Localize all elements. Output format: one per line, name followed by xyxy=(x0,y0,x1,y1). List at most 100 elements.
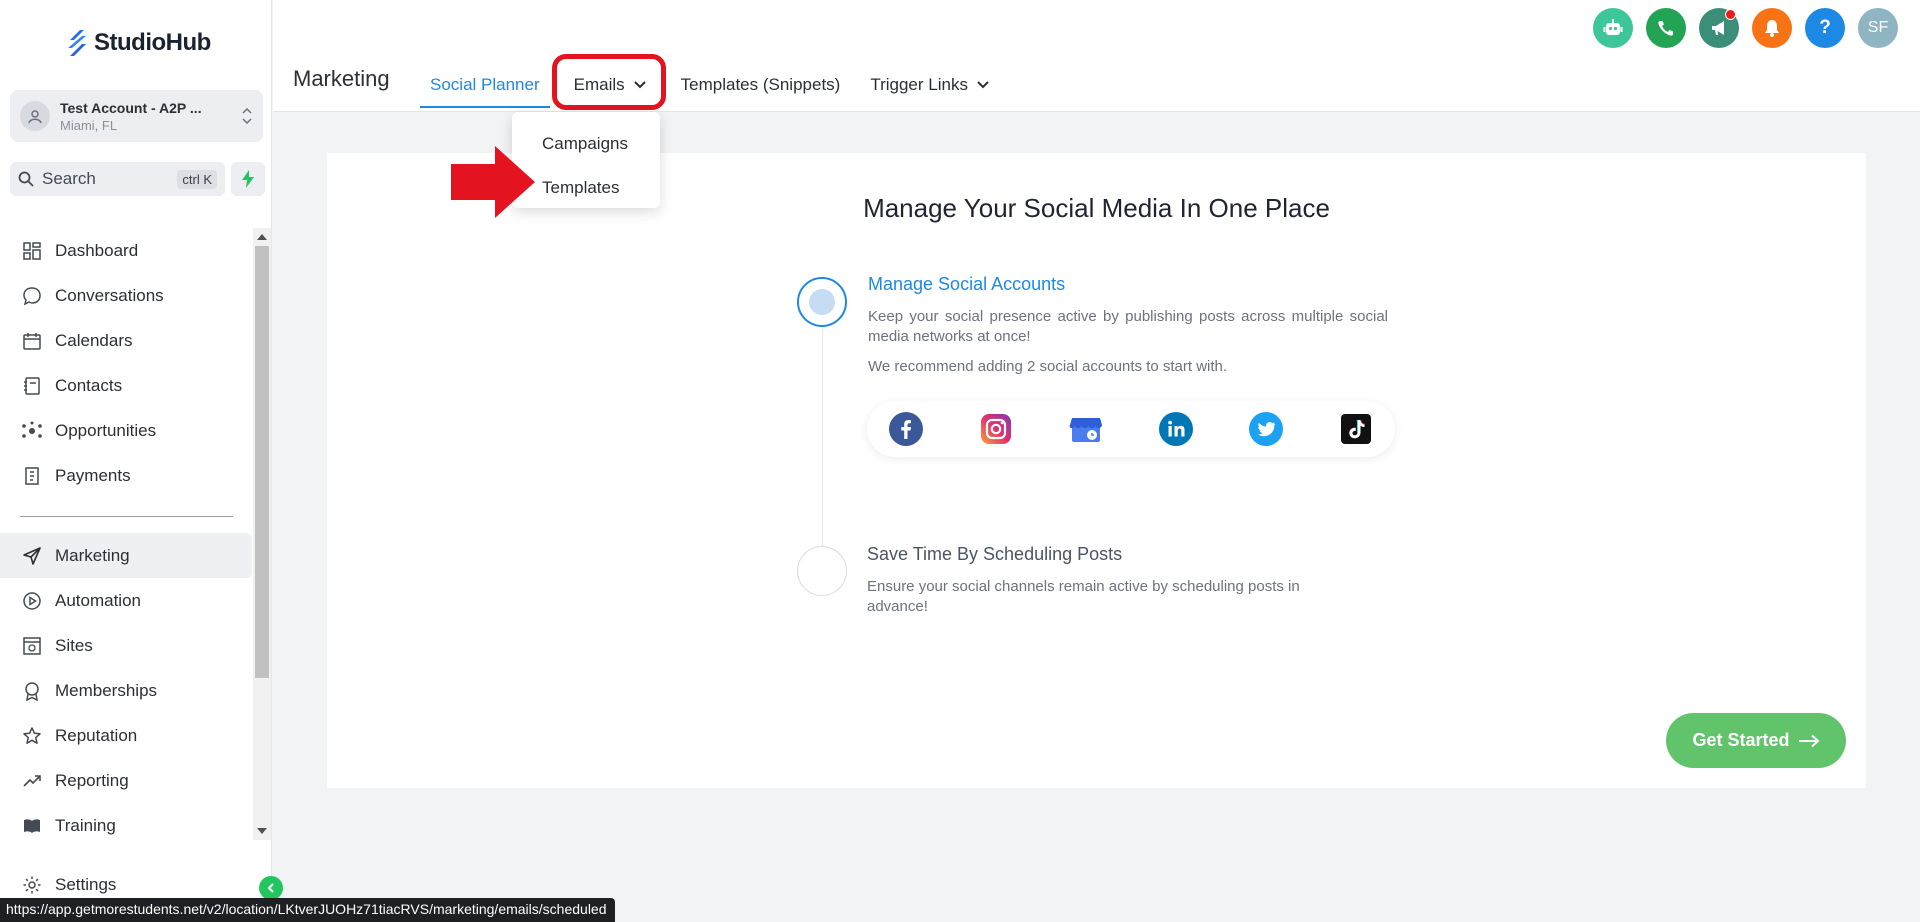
search-box[interactable]: Search ctrl K xyxy=(10,162,225,196)
sidebar-item-label: Calendars xyxy=(55,330,133,350)
tab-label: Trigger Links xyxy=(870,75,968,94)
get-started-label: Get Started xyxy=(1692,730,1790,750)
chevron-updown-icon xyxy=(241,107,253,126)
sidebar-item-label: Payments xyxy=(55,465,131,485)
sidebar-divider xyxy=(20,516,233,517)
step1-indicator xyxy=(797,277,847,327)
instagram-icon[interactable] xyxy=(979,412,1013,446)
social-planner-card: Manage Your Social Media In One Place Ma… xyxy=(327,153,1866,788)
chat-bubble-icon xyxy=(20,284,44,308)
search-icon xyxy=(18,171,34,187)
sidebar-item-sites[interactable]: Sites xyxy=(0,623,252,668)
bell-icon xyxy=(1765,20,1779,37)
sidebar-item-label: Marketing xyxy=(55,545,130,565)
header-action-icons: ? SF xyxy=(1593,8,1898,48)
scroll-up-arrow-icon[interactable] xyxy=(257,234,267,240)
sidebar-item-contacts[interactable]: Contacts xyxy=(0,363,252,408)
sidebar-item-label: Sites xyxy=(55,635,93,655)
robot-icon xyxy=(1603,19,1623,35)
announcements-button[interactable] xyxy=(1699,8,1739,48)
calendar-icon xyxy=(20,329,44,353)
contacts-book-icon xyxy=(20,374,44,398)
sidebar-item-label: Settings xyxy=(55,874,117,894)
user-avatar[interactable]: SF xyxy=(1858,8,1898,48)
sidebar-item-label: Memberships xyxy=(55,680,158,700)
sidebar-item-conversations[interactable]: Conversations xyxy=(0,273,252,318)
sidebar-scrollbar[interactable] xyxy=(253,228,271,840)
sidebar-item-training[interactable]: Training xyxy=(0,803,252,848)
sidebar: StudioHub Test Account - A2P ... Miami, … xyxy=(0,0,272,922)
avatar-initials: SF xyxy=(1867,19,1889,36)
book-icon xyxy=(20,814,44,838)
sidebar-item-memberships[interactable]: Memberships xyxy=(0,668,252,713)
gear-icon xyxy=(20,873,44,897)
facebook-icon[interactable] xyxy=(889,412,923,446)
step1-title: Manage Social Accounts xyxy=(868,274,1066,294)
quick-action-button[interactable] xyxy=(231,162,265,196)
search-shortcut: ctrl K xyxy=(177,169,217,189)
page-title: Marketing xyxy=(293,66,390,91)
help-button[interactable]: ? xyxy=(1805,8,1845,48)
sidebar-item-opportunities[interactable]: Opportunities xyxy=(0,408,252,453)
collapse-sidebar-button[interactable] xyxy=(259,876,283,900)
step2-title: Save Time By Scheduling Posts xyxy=(867,544,1123,564)
sidebar-item-label: Opportunities xyxy=(55,420,157,440)
scroll-down-arrow-icon[interactable] xyxy=(257,828,267,834)
emails-tab-highlight-annotation xyxy=(552,54,666,110)
account-name: Test Account - A2P ... xyxy=(60,99,202,116)
tab-trigger-links[interactable]: Trigger Links xyxy=(860,60,1000,110)
step1-text: Keep your social presence active by publ… xyxy=(868,308,1388,345)
star-icon xyxy=(20,724,44,748)
sidebar-item-label: Dashboard xyxy=(55,240,139,260)
top-header: Marketing Social Planner Emails Template… xyxy=(273,0,1920,112)
sidebar-item-payments[interactable]: Payments xyxy=(0,453,252,498)
red-arrow-annotation-icon xyxy=(451,146,535,218)
sidebar-item-marketing[interactable]: Marketing xyxy=(0,533,252,578)
twitter-icon[interactable] xyxy=(1249,412,1283,446)
sidebar-item-label: Automation xyxy=(55,590,141,610)
tab-templates-snippets[interactable]: Templates (Snippets) xyxy=(671,60,851,110)
get-started-button[interactable]: Get Started xyxy=(1666,713,1846,768)
step-connector-line xyxy=(822,298,823,556)
linkedin-icon[interactable] xyxy=(1159,412,1193,446)
sidebar-item-reporting[interactable]: Reporting xyxy=(0,758,252,803)
megaphone-icon xyxy=(1712,21,1724,35)
notification-dot xyxy=(1725,9,1736,20)
account-switcher[interactable]: Test Account - A2P ... Miami, FL xyxy=(10,90,263,142)
notifications-button[interactable] xyxy=(1752,8,1792,48)
link-preview-status-bar: https://app.getmorestudents.net/v2/locat… xyxy=(0,898,615,922)
tab-label: Templates (Snippets) xyxy=(680,75,841,94)
step2-indicator xyxy=(797,546,847,596)
phone-button[interactable] xyxy=(1646,8,1686,48)
search-label: Search xyxy=(42,169,96,188)
ai-assistant-button[interactable] xyxy=(1593,8,1633,48)
sidebar-item-label: Training xyxy=(55,815,116,835)
badge-icon xyxy=(20,679,44,703)
tab-social-planner[interactable]: Social Planner xyxy=(420,60,550,110)
play-circle-icon xyxy=(20,589,44,613)
trend-icon xyxy=(20,769,44,793)
sidebar-item-label: Conversations xyxy=(55,285,164,305)
receipt-icon xyxy=(20,464,44,488)
sidebar-nav: Dashboard Conversations Calendars Contac… xyxy=(0,228,252,848)
lightning-icon xyxy=(242,170,254,188)
sidebar-item-calendars[interactable]: Calendars xyxy=(0,318,252,363)
scroll-thumb[interactable] xyxy=(255,246,269,678)
opportunities-icon xyxy=(20,419,44,443)
sidebar-item-dashboard[interactable]: Dashboard xyxy=(0,228,252,273)
chevron-down-icon xyxy=(976,75,990,95)
sidebar-item-automation[interactable]: Automation xyxy=(0,578,252,623)
grid-icon xyxy=(20,239,44,263)
step2-text: Ensure your social channels remain activ… xyxy=(867,578,1300,615)
sidebar-item-reputation[interactable]: Reputation xyxy=(0,713,252,758)
tab-bar: Social Planner Emails Templates (Snippet… xyxy=(420,60,1000,110)
sites-icon xyxy=(20,634,44,658)
phone-icon xyxy=(1658,21,1673,36)
arrow-right-icon xyxy=(1798,734,1819,747)
help-icon: ? xyxy=(1819,17,1831,38)
google-business-icon[interactable] xyxy=(1069,412,1103,446)
tiktok-icon[interactable] xyxy=(1339,412,1373,446)
logo[interactable]: StudioHub xyxy=(66,28,211,58)
social-networks-bar xyxy=(867,401,1395,457)
sidebar-item-label: Reputation xyxy=(55,725,138,745)
